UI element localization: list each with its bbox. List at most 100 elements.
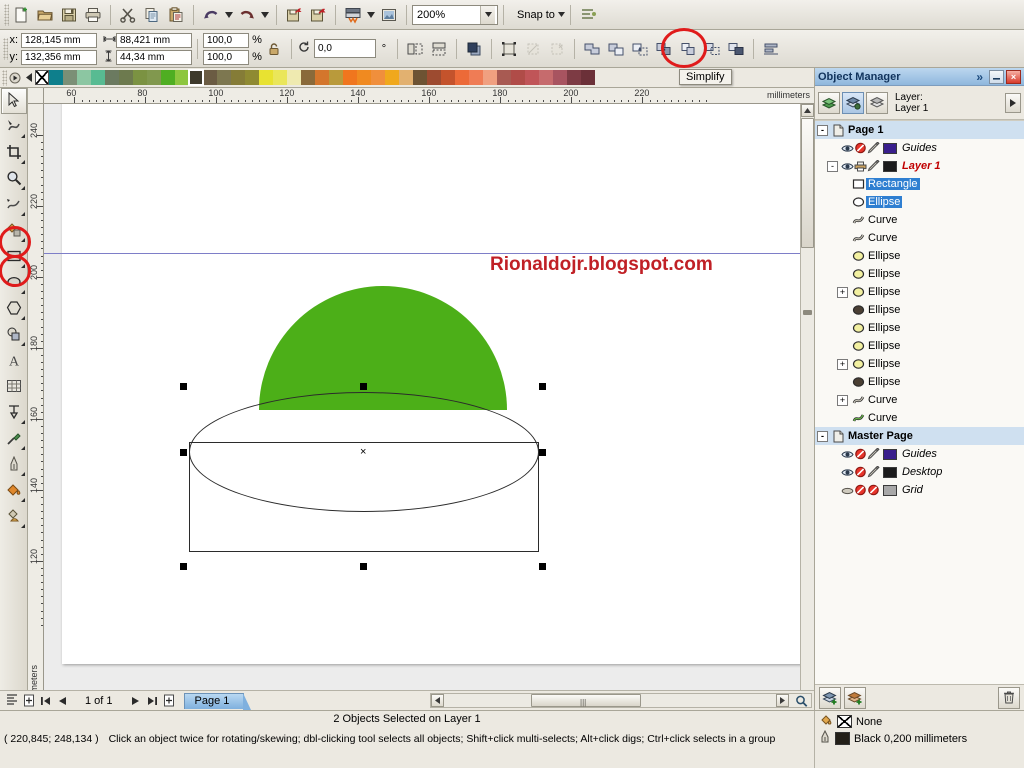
- table-tool[interactable]: [1, 374, 27, 400]
- palette-swatch[interactable]: [539, 70, 553, 85]
- palette-swatch[interactable]: [469, 70, 483, 85]
- x-position-field[interactable]: 128,145 mm: [21, 32, 97, 48]
- interactive-fill[interactable]: [1, 504, 27, 530]
- zoom-tool[interactable]: [1, 166, 27, 192]
- options-arrow-icon[interactable]: [1005, 92, 1021, 113]
- canvas-viewport[interactable]: Rionaldojr.blogspot.com ×: [44, 104, 814, 710]
- import-icon[interactable]: [282, 3, 306, 27]
- scale-vertical-field[interactable]: 100,0: [203, 49, 249, 65]
- palette-swatch[interactable]: [287, 70, 301, 85]
- palette-swatch[interactable]: [427, 70, 441, 85]
- propertybar-grip[interactable]: [3, 37, 8, 60]
- rotation-angle-field[interactable]: 0,0: [314, 39, 376, 58]
- palette-swatch[interactable]: [511, 70, 525, 85]
- width-field[interactable]: 88,421 mm: [116, 32, 192, 48]
- tool-flyout-arrow-icon[interactable]: [21, 316, 25, 320]
- save-disk-icon[interactable]: [57, 3, 81, 27]
- selection-handle[interactable]: [539, 449, 546, 456]
- palette-swatch[interactable]: [567, 70, 581, 85]
- new-document-icon[interactable]: [9, 3, 33, 27]
- undo-dropdown-arrow-icon[interactable]: [223, 3, 235, 27]
- layer-color-swatch[interactable]: [883, 484, 897, 496]
- palette-swatch[interactable]: [357, 70, 371, 85]
- export-icon[interactable]: [306, 3, 330, 27]
- weld-button[interactable]: [580, 37, 604, 61]
- options-icon[interactable]: [576, 3, 600, 27]
- snap-to-control[interactable]: Snap to: [517, 9, 565, 21]
- palette-swatch[interactable]: [77, 70, 91, 85]
- outline-status-row[interactable]: Black 0,200 millimeters: [819, 729, 1020, 747]
- to-front-button[interactable]: [462, 37, 486, 61]
- palette-swatch[interactable]: [329, 70, 343, 85]
- printable-icon[interactable]: [854, 161, 867, 172]
- palette-swatch[interactable]: [581, 70, 595, 85]
- palette-swatch[interactable]: [133, 70, 147, 85]
- palette-swatch[interactable]: [217, 70, 231, 85]
- new-master-layer-icon[interactable]: [844, 686, 866, 709]
- palette-swatch[interactable]: [35, 70, 49, 85]
- object-ellipse-1[interactable]: Ellipse: [815, 193, 1024, 211]
- palette-swatch[interactable]: [371, 70, 385, 85]
- selection-handle[interactable]: [180, 563, 187, 570]
- convert-to-curves-button[interactable]: [497, 37, 521, 61]
- basic-shapes-tool[interactable]: [1, 322, 27, 348]
- layer-object-icon[interactable]: [842, 91, 864, 114]
- ellipse-tool[interactable]: [1, 270, 27, 296]
- palette-swatch[interactable]: [301, 70, 315, 85]
- tool-flyout-arrow-icon[interactable]: [21, 290, 25, 294]
- tool-flyout-arrow-icon[interactable]: [21, 186, 25, 190]
- application-icon[interactable]: [377, 3, 401, 27]
- mirror-horizontal-button[interactable]: [403, 37, 427, 61]
- front-minus-back-button[interactable]: [676, 37, 700, 61]
- expand-node-icon[interactable]: +: [837, 286, 848, 298]
- palette-swatch[interactable]: [483, 70, 497, 85]
- palette-swatch[interactable]: [147, 70, 161, 85]
- layer-color-swatch[interactable]: [883, 448, 897, 460]
- selection-handle[interactable]: [360, 383, 367, 390]
- freehand-tool[interactable]: [1, 192, 27, 218]
- palette-swatch[interactable]: [188, 69, 204, 86]
- undo-arrow-icon[interactable]: [199, 3, 223, 27]
- master-grid[interactable]: Grid: [815, 481, 1024, 499]
- shape-tool[interactable]: [1, 114, 27, 140]
- master-desktop[interactable]: Desktop: [815, 463, 1024, 481]
- add-page-before-icon[interactable]: [20, 693, 37, 709]
- palette-swatch[interactable]: [315, 70, 329, 85]
- paste-icon[interactable]: [164, 3, 188, 27]
- palette-swatch[interactable]: [203, 70, 217, 85]
- eyedropper-tool[interactable]: [1, 426, 27, 452]
- smart-fill-tool[interactable]: [1, 218, 27, 244]
- layers-icon[interactable]: [818, 91, 840, 114]
- palette-swatch[interactable]: [413, 70, 427, 85]
- layer-color-swatch[interactable]: [883, 466, 897, 478]
- first-page-icon[interactable]: [37, 693, 54, 709]
- scroll-up-button[interactable]: [801, 104, 814, 117]
- expand-node-icon[interactable]: +: [837, 394, 848, 406]
- create-boundary-button[interactable]: [724, 37, 748, 61]
- scroll-right-button[interactable]: [776, 694, 789, 707]
- tool-flyout-arrow-icon[interactable]: [21, 238, 25, 242]
- object-curve-4[interactable]: Curve: [815, 409, 1024, 427]
- palette-swatches[interactable]: [35, 69, 595, 86]
- height-field[interactable]: 44,34 mm: [116, 49, 192, 65]
- intersect-button[interactable]: [628, 37, 652, 61]
- object-curve-1[interactable]: Curve: [815, 211, 1024, 229]
- object-curve-2[interactable]: Curve: [815, 229, 1024, 247]
- object-curve-3[interactable]: + Curve: [815, 391, 1024, 409]
- editable-pen-icon[interactable]: [867, 466, 880, 478]
- pick-tool[interactable]: [1, 88, 27, 114]
- object-ellipse-3[interactable]: Ellipse: [815, 265, 1024, 283]
- add-page-after-icon[interactable]: [161, 693, 178, 709]
- palette-swatch[interactable]: [441, 70, 455, 85]
- tool-flyout-arrow-icon[interactable]: [21, 342, 25, 346]
- object-ellipse-4[interactable]: + Ellipse: [815, 283, 1024, 301]
- collapse-node-icon[interactable]: -: [817, 430, 828, 442]
- palette-swatch[interactable]: [273, 70, 287, 85]
- tool-flyout-arrow-icon[interactable]: [21, 160, 25, 164]
- printer-icon[interactable]: [81, 3, 105, 27]
- fill-color-swatch[interactable]: [837, 715, 852, 728]
- editable-pen-icon[interactable]: [867, 160, 880, 172]
- collapse-node-icon[interactable]: -: [827, 160, 838, 172]
- layer-color-swatch[interactable]: [883, 160, 897, 172]
- palette-swatch[interactable]: [553, 70, 567, 85]
